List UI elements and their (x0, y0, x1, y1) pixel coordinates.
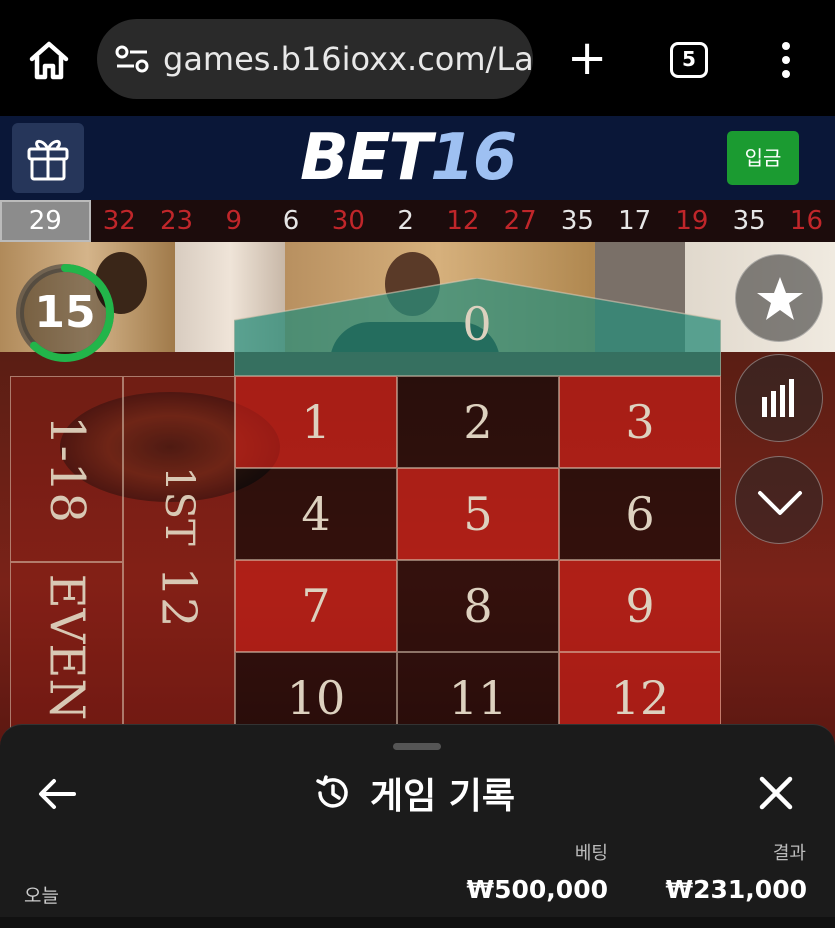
bet-1-18-label: 1-18 (38, 415, 95, 523)
sheet-drag-handle[interactable] (393, 743, 441, 750)
statistics-button[interactable] (735, 354, 823, 442)
browser-toolbar: games.b16ioxx.com/La + 5 (0, 0, 835, 116)
history-row-divider (0, 917, 835, 928)
address-bar[interactable]: games.b16ioxx.com/La (97, 19, 533, 99)
close-icon (759, 776, 793, 810)
more-menu-icon[interactable] (776, 41, 796, 81)
countdown-seconds: 15 (34, 287, 96, 338)
bet-1st-12[interactable]: 1ST 12 (123, 376, 235, 732)
gift-button[interactable] (12, 123, 84, 193)
history-latest-result: 29 (0, 200, 91, 242)
bet-number-9[interactable]: 9 (559, 560, 721, 652)
bar-chart-icon (762, 379, 794, 417)
column-header-result: 결과 (772, 843, 806, 864)
bet-number-4[interactable]: 4 (235, 468, 397, 560)
history-result: 27 (503, 206, 537, 236)
history-row-bet: ₩500,000 (466, 875, 608, 904)
history-row-result: ₩231,000 (665, 875, 807, 904)
url-text[interactable]: games.b16ioxx.com/La (163, 40, 533, 78)
history-row-date: 오늘 (24, 885, 59, 907)
history-result: 6 (282, 206, 300, 236)
bet-number-8[interactable]: 8 (397, 560, 559, 652)
bet-1-18[interactable]: 1-18 (10, 376, 123, 562)
logo-text-16: 16 (430, 121, 517, 195)
chevron-down-icon (758, 491, 802, 515)
favorites-button[interactable] (735, 254, 823, 342)
history-result: 16 (789, 206, 823, 236)
history-result: 30 (331, 206, 365, 236)
bet-number-2[interactable]: 2 (397, 376, 559, 468)
zero-cell[interactable]: 0 (234, 278, 721, 376)
sheet-title-text: 게임 기록 (370, 776, 516, 817)
history-result: 35 (560, 206, 594, 236)
close-button[interactable] (756, 773, 796, 813)
bet16-logo[interactable]: BET16 (300, 121, 517, 195)
history-result: 2 (397, 206, 414, 236)
results-history: 29 32 23 9 6 30 2 12 27 35 17 19 35 16 (0, 200, 835, 242)
history-result: 23 (159, 206, 194, 236)
bet-even[interactable]: EVEN (10, 562, 123, 732)
bet-dozen-12-label: 12 (150, 566, 207, 628)
zero-label: 0 (462, 297, 491, 351)
bet-number-3[interactable]: 3 (559, 376, 721, 468)
game-history-sheet: 게임 기록 베팅 결과 오늘 ₩500,000 ₩231,000 (0, 724, 835, 928)
bet-number-7[interactable]: 7 (235, 560, 397, 652)
history-icon (316, 775, 348, 808)
bet-number-6[interactable]: 6 (559, 468, 721, 560)
gift-icon (27, 139, 69, 181)
site-header: BET16 입금 (0, 116, 835, 200)
column-header-bet: 베팅 (574, 843, 608, 864)
deposit-button[interactable]: 입금 (727, 131, 799, 185)
bet-even-label: EVEN (38, 573, 95, 721)
history-result: 9 (225, 206, 243, 236)
history-result: 12 (446, 206, 480, 236)
home-icon[interactable] (26, 38, 72, 84)
history-result: 35 (732, 206, 766, 236)
back-button[interactable] (36, 775, 78, 813)
bet-dozen-1st-label: 1ST (156, 466, 202, 546)
logo-text-bet: BET (300, 121, 432, 195)
collapse-button[interactable] (735, 456, 823, 544)
bet-number-1[interactable]: 1 (235, 376, 397, 468)
new-tab-button[interactable]: + (567, 34, 607, 82)
site-settings-icon[interactable] (113, 44, 153, 74)
sheet-title: 게임 기록 (312, 765, 515, 821)
history-result: 32 (102, 206, 136, 236)
arrow-left-icon (39, 779, 76, 809)
tab-count-button[interactable]: 5 (670, 42, 708, 78)
bet-number-5[interactable]: 5 (397, 468, 559, 560)
history-result: 17 (618, 206, 652, 236)
star-icon (757, 277, 803, 320)
history-result: 19 (675, 206, 709, 236)
